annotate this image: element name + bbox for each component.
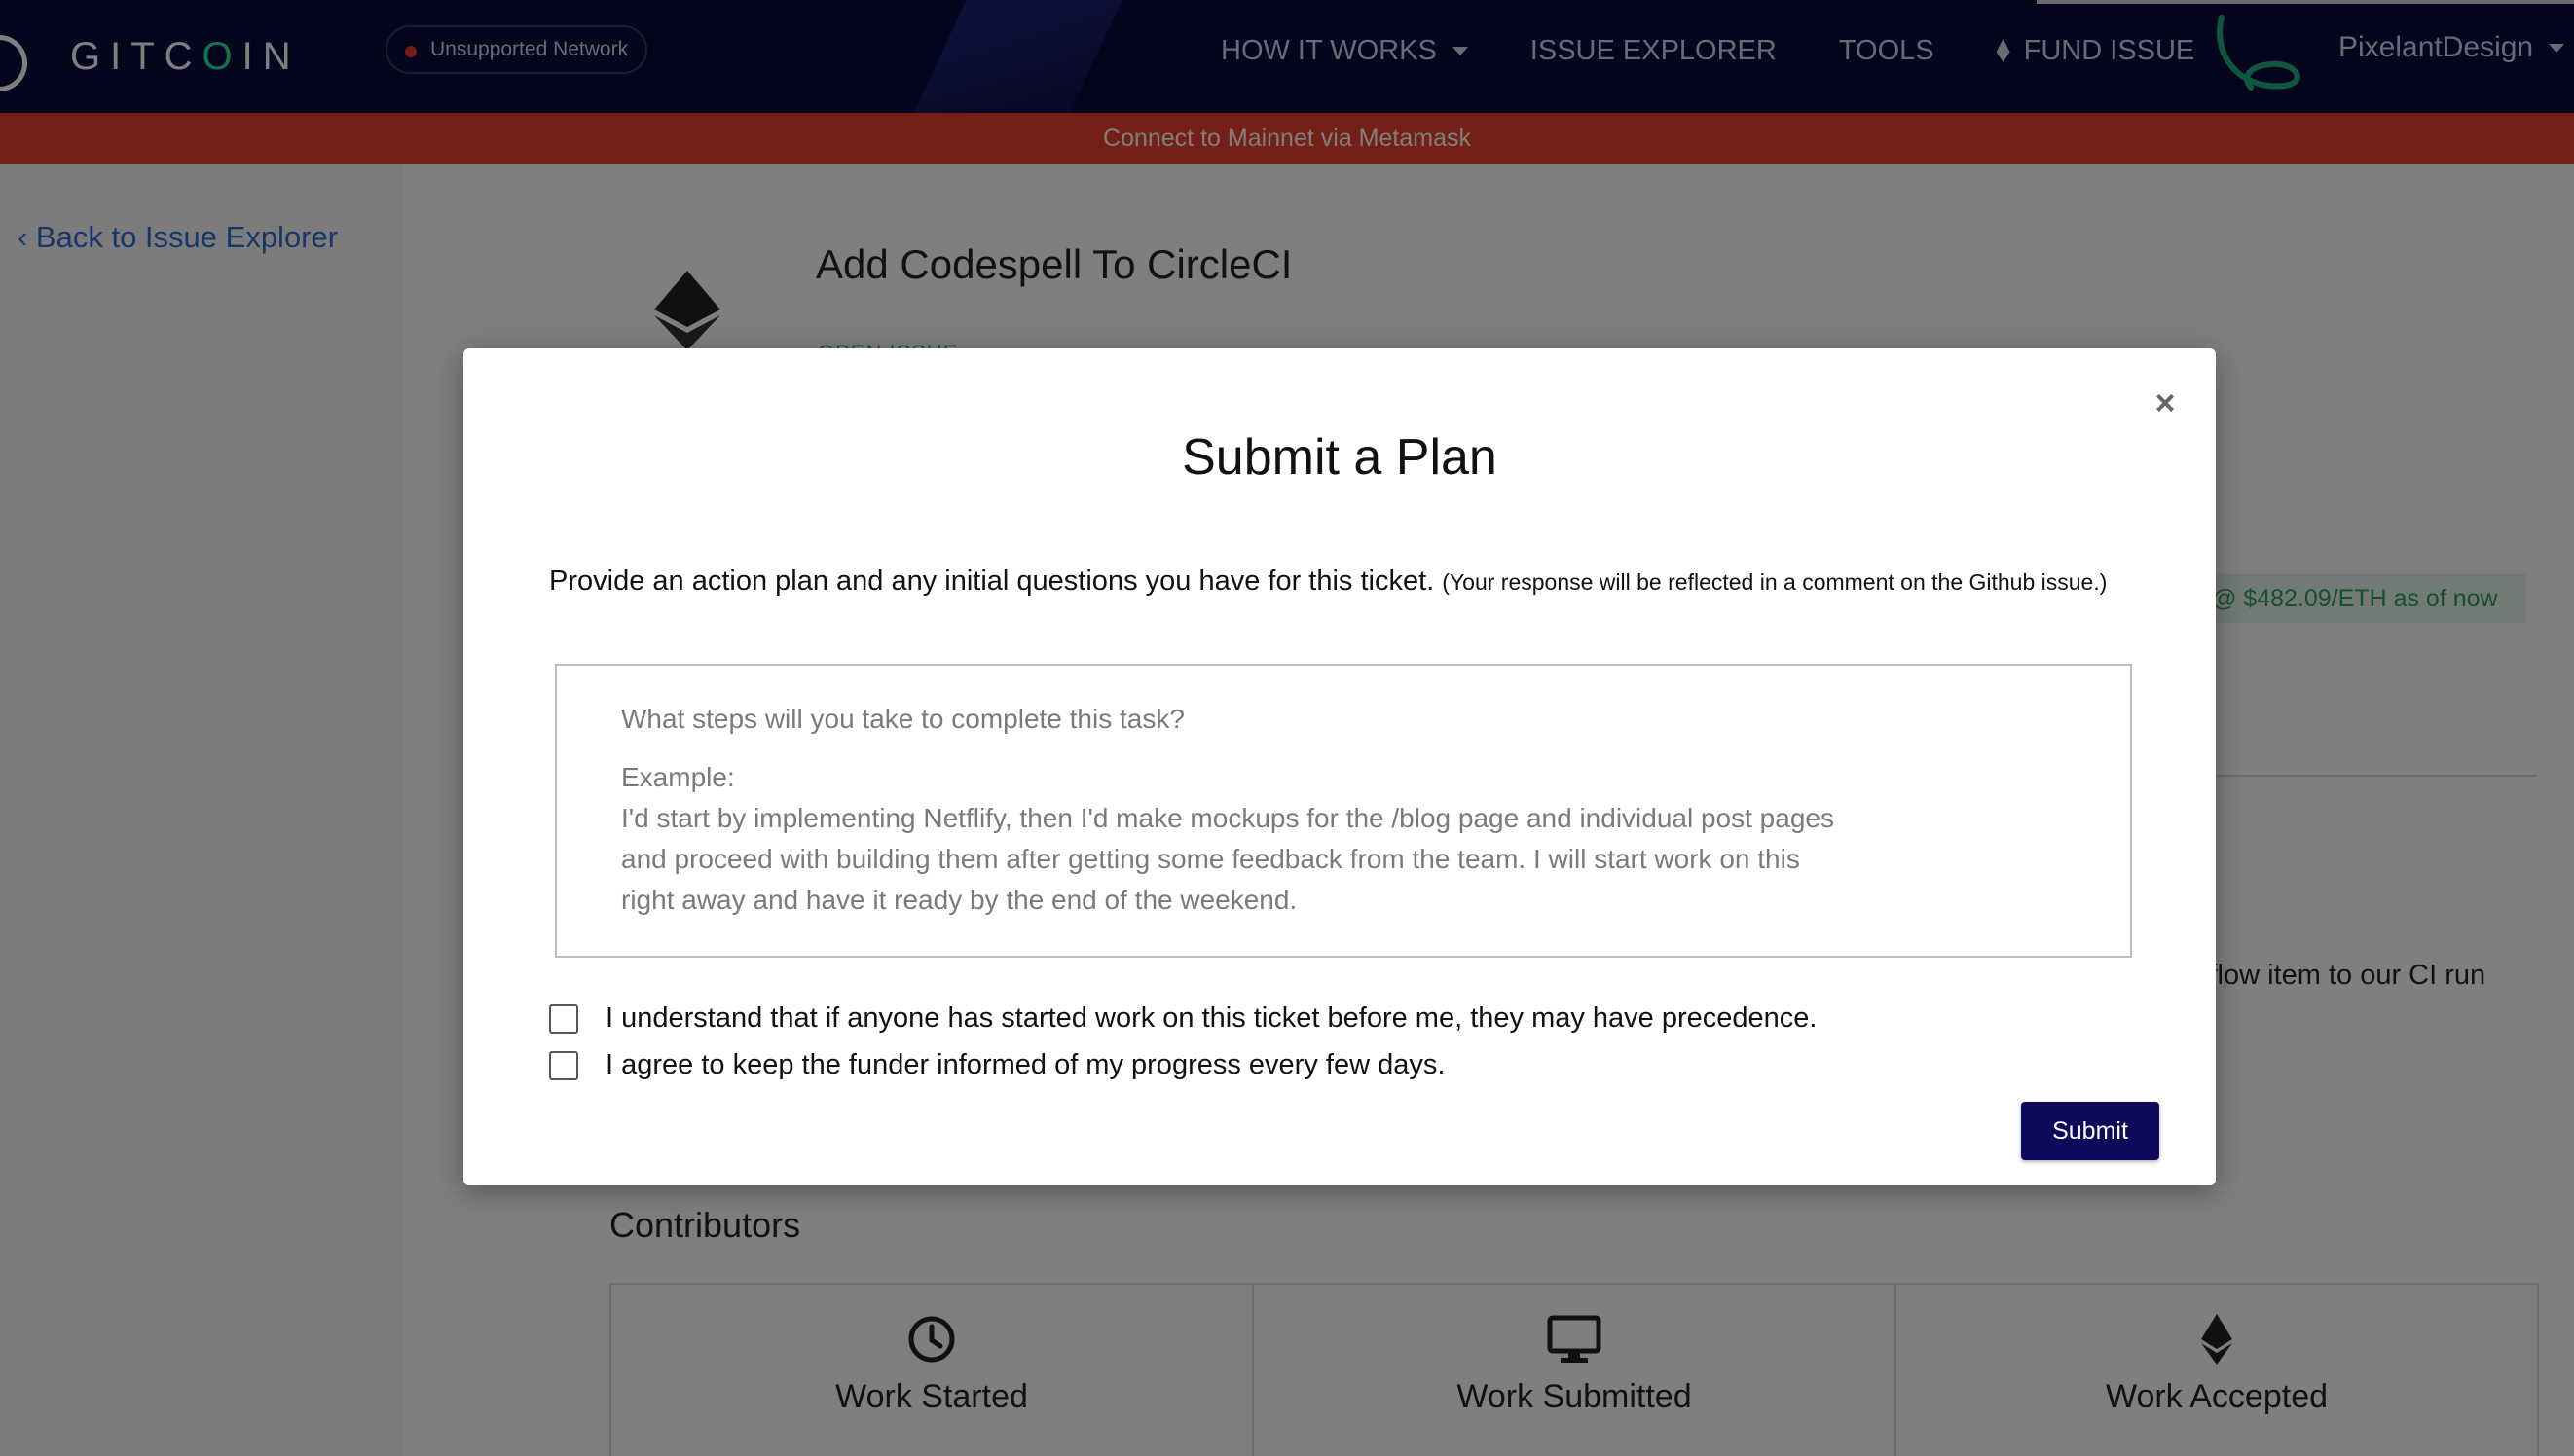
modal-instructions: Provide an action plan and any initial q…	[549, 561, 2146, 602]
submit-button[interactable]: Submit	[2021, 1102, 2159, 1160]
textarea-placeholder-question: What steps will you take to complete thi…	[621, 704, 1185, 734]
textarea-placeholder-example-label: Example:	[621, 762, 735, 792]
submit-plan-modal: × Submit a Plan Provide an action plan a…	[463, 348, 2216, 1185]
progress-checkbox[interactable]	[549, 1050, 578, 1080]
instructions-text: Provide an action plan and any initial q…	[549, 565, 1435, 597]
progress-checkbox-row[interactable]: I agree to keep the funder informed of m…	[549, 1049, 1445, 1081]
instructions-note: (Your response will be reflected in a co…	[1442, 569, 2108, 595]
close-icon[interactable]: ×	[2148, 385, 2183, 420]
precedence-checkbox-row[interactable]: I understand that if anyone has started …	[549, 1002, 1817, 1035]
precedence-checkbox-label[interactable]: I understand that if anyone has started …	[606, 1002, 1817, 1035]
progress-checkbox-label[interactable]: I agree to keep the funder informed of m…	[606, 1049, 1445, 1081]
action-plan-textarea[interactable]: What steps will you take to complete thi…	[555, 664, 2132, 958]
modal-title: Submit a Plan	[1182, 429, 1497, 486]
textarea-placeholder-example: I'd start by implementing Netflify, then…	[621, 803, 1834, 915]
precedence-checkbox[interactable]	[549, 1003, 578, 1034]
